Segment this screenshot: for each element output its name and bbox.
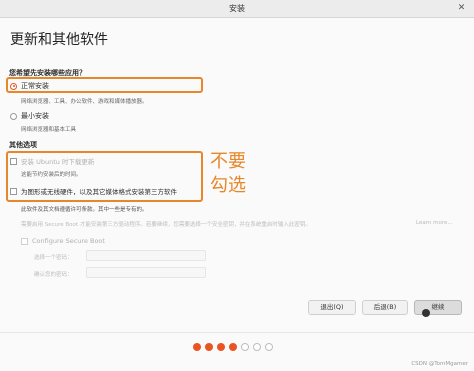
minimal-install-label: 最小安装	[21, 112, 49, 120]
annotation-do-not-check: 不要 勾选	[210, 150, 246, 198]
progress-dot	[265, 343, 273, 351]
progress-dot	[253, 343, 261, 351]
download-updates-label: 安装 Ubuntu 时下载更新	[21, 158, 95, 166]
annotation-line-2: 勾选	[210, 175, 246, 196]
radio-selected-icon[interactable]	[10, 82, 17, 90]
quit-button[interactable]: 退出(Q)	[308, 300, 356, 315]
minimal-install-desc: 网络浏览器和基本工具	[21, 127, 77, 133]
progress-dots	[193, 343, 273, 351]
close-icon[interactable]: ✕	[456, 3, 467, 14]
page-title: 更新和其他软件	[10, 32, 108, 48]
confirm-password-field[interactable]	[86, 267, 206, 278]
radio-normal-install[interactable]: 正常安装	[10, 81, 49, 91]
checkbox-icon[interactable]	[10, 187, 17, 195]
radio-unselected-icon[interactable]	[10, 112, 17, 120]
annotation-line-1: 不要	[210, 151, 246, 172]
third-party-desc: 此软件及其文档遵循许可条款。其中一些是专有的。	[21, 207, 148, 213]
checkbox-icon[interactable]	[21, 237, 28, 245]
progress-dot	[193, 343, 201, 351]
choose-password-label: 选择一个密码：	[34, 255, 73, 261]
watermark: CSDN @TomMgamer	[411, 361, 468, 367]
footer-divider	[0, 332, 474, 333]
progress-dot	[241, 343, 249, 351]
checkbox-configure-secure-boot[interactable]: Configure Secure Boot	[21, 237, 105, 245]
other-options-title: 其他选项	[9, 141, 37, 149]
checkbox-icon[interactable]	[10, 157, 17, 165]
installer-window: 安装 ✕ 更新和其他软件 您希望先安装哪些应用？ 正常安装 网络浏览器、工具、办…	[0, 0, 474, 371]
checkbox-third-party[interactable]: 为图形或无线硬件，以及其它媒体格式安装第三方软件	[10, 186, 177, 196]
radio-minimal-install[interactable]: 最小安装	[10, 111, 49, 121]
title-bar: 安装 ✕	[0, 0, 474, 18]
normal-install-desc: 网络浏览器、工具、办公软件、游戏和媒体播放器。	[21, 99, 148, 105]
progress-dot	[205, 343, 213, 351]
mouse-cursor-icon	[422, 309, 430, 317]
secure-boot-note: 需要启用 Secure Boot 才能安装第三方驱动程序。若要继续，您需要选择一…	[21, 222, 311, 228]
learn-more-link[interactable]: Learn more...	[416, 220, 453, 226]
choose-password-field[interactable]	[86, 250, 206, 261]
progress-dot	[229, 343, 237, 351]
configure-secure-boot-label: Configure Secure Boot	[32, 237, 105, 245]
download-updates-desc: 这能节约安装后的时间。	[21, 172, 82, 178]
third-party-label: 为图形或无线硬件，以及其它媒体格式安装第三方软件	[21, 188, 177, 196]
normal-install-label: 正常安装	[21, 82, 49, 90]
confirm-password-label: 确认您的密码：	[34, 272, 73, 278]
progress-dot	[217, 343, 225, 351]
back-button[interactable]: 后退(B)	[362, 300, 408, 315]
window-title: 安装	[229, 4, 245, 13]
checkbox-download-updates[interactable]: 安装 Ubuntu 时下载更新	[10, 156, 94, 166]
